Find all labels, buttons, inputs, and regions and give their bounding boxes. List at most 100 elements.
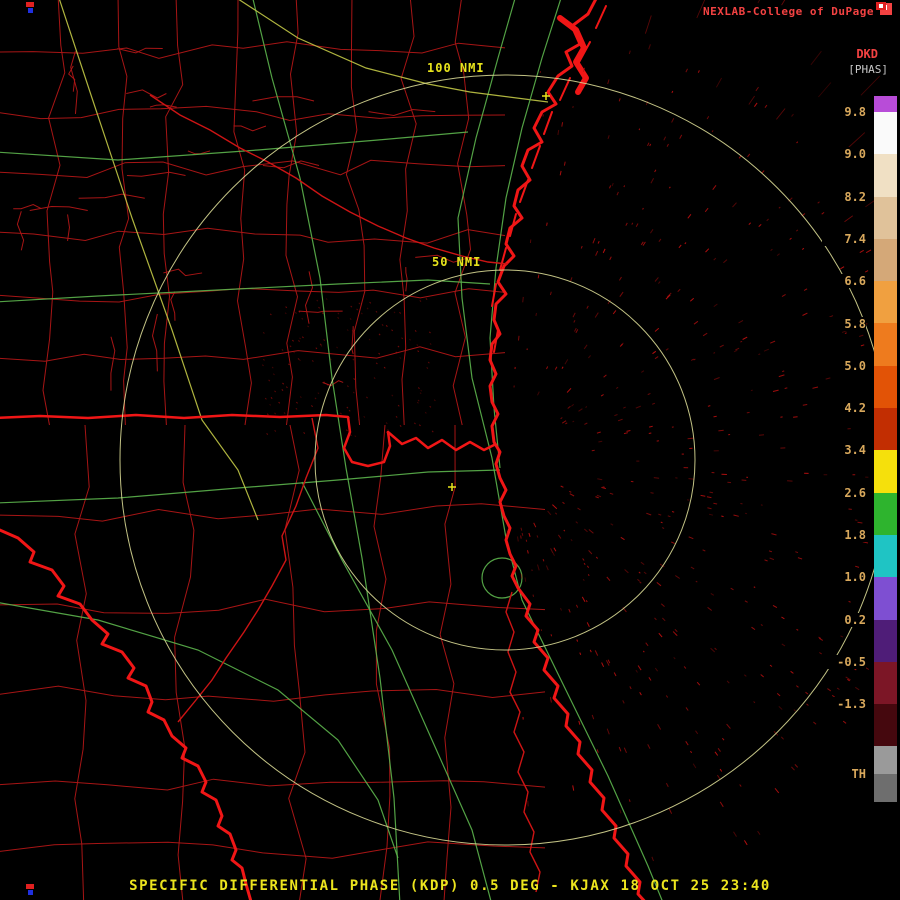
echo-speckle: [270, 397, 273, 399]
echo-speckle: [702, 332, 708, 337]
echo-speckle: [774, 787, 780, 794]
echo-speckle: [383, 366, 386, 369]
echo-speckle: [596, 431, 601, 434]
echo-speckle: [297, 358, 300, 360]
echo-speckle: [550, 548, 554, 553]
echo-speckle: [790, 670, 794, 674]
echo-speckle: [345, 429, 348, 432]
echo-speckle: [848, 600, 851, 603]
echo-speckle: [663, 136, 667, 141]
echo-speckle: [719, 344, 724, 348]
echo-speckle: [658, 632, 663, 638]
echo-speckle: [802, 404, 808, 406]
county-line: [233, 0, 252, 426]
echo-speckle: [844, 215, 854, 223]
echo-speckle: [314, 397, 317, 400]
echo-speckle: [624, 569, 629, 574]
county-line: [368, 108, 436, 117]
echo-speckle: [299, 396, 302, 399]
echo-speckle: [812, 386, 819, 389]
echo-speckle: [547, 510, 552, 516]
echo-speckle: [797, 557, 803, 560]
atlantic-coastline: [488, 0, 646, 900]
echo-speckle: [549, 291, 552, 296]
echo-speckle: [796, 141, 799, 144]
echo-speckle: [375, 362, 378, 365]
echo-speckle: [572, 785, 575, 791]
echo-speckle: [758, 434, 765, 436]
echo-speckle: [695, 730, 699, 735]
colorbar-segment: [874, 661, 897, 705]
echo-speckle: [588, 355, 591, 359]
echo-speckle: [572, 420, 575, 423]
echo-speckle: [654, 277, 659, 282]
echo-speckle: [520, 535, 522, 539]
echo-speckle: [573, 320, 576, 323]
colorbar-segment: [874, 408, 897, 451]
geopolitical-lines: [0, 0, 646, 900]
county-line: [126, 171, 186, 177]
echo-speckle: [713, 377, 720, 381]
echo-speckle: [589, 649, 592, 653]
echo-speckle: [658, 281, 661, 284]
road-i75: [252, 0, 401, 900]
echo-speckle: [574, 327, 577, 332]
echo-speckle: [420, 389, 423, 392]
echo-speckle: [597, 478, 603, 481]
colorbar-tick: 9.8: [822, 105, 866, 119]
echo-speckle: [419, 300, 422, 302]
county-line: [74, 424, 90, 900]
echo-speckle: [704, 207, 709, 213]
colorbar-segment: [874, 112, 897, 155]
echo-speckle: [617, 418, 623, 422]
echo-speckle: [524, 577, 527, 582]
echo-speckle: [301, 317, 304, 320]
echo-speckle: [580, 245, 583, 249]
echo-speckle: [660, 521, 663, 524]
echo-speckle: [316, 299, 319, 302]
echo-speckle: [668, 186, 671, 189]
echo-speckle: [760, 624, 763, 627]
echo-speckle: [841, 329, 848, 333]
echo-speckle: [525, 539, 528, 542]
echo-speckle: [294, 311, 297, 314]
echo-speckle: [657, 724, 662, 730]
echo-speckle: [274, 412, 277, 415]
echo-speckle: [535, 312, 537, 317]
echo-speckle: [566, 387, 572, 393]
echo-speckle: [744, 600, 748, 603]
echo-speckle: [595, 496, 599, 499]
echo-speckle: [417, 387, 420, 390]
echo-speckle: [569, 490, 572, 493]
echo-speckle: [635, 669, 638, 673]
echo-speckle: [707, 507, 712, 510]
echo-speckle: [649, 143, 652, 147]
colorbar-threshold-label: TH: [822, 767, 866, 781]
echo-speckle: [638, 571, 641, 574]
echo-speckle: [399, 357, 402, 359]
echo-speckle: [284, 312, 287, 315]
echo-speckle: [860, 75, 881, 96]
echo-speckle: [521, 532, 524, 536]
echo-speckle: [817, 201, 820, 204]
echo-speckle: [769, 664, 773, 667]
county-line: [233, 125, 267, 132]
echo-speckle: [349, 318, 352, 320]
echo-speckle: [769, 557, 775, 561]
echo-speckle: [713, 352, 716, 354]
echo-speckle: [739, 784, 742, 787]
echo-speckle: [675, 575, 680, 579]
echo-speckle: [781, 616, 785, 620]
echo-speckle: [533, 522, 537, 528]
echo-speckle: [274, 429, 277, 432]
colorbar-segment: [874, 774, 897, 803]
echo-speckle: [281, 349, 284, 351]
county-line: [0, 346, 506, 362]
echo-speckle: [594, 312, 599, 318]
echo-speckle: [693, 320, 699, 325]
road-ga-north: [0, 131, 469, 161]
echo-speckle: [301, 336, 304, 339]
echo-speckle: [596, 749, 599, 753]
echo-speckle: [606, 728, 610, 735]
echo-speckle: [607, 659, 611, 664]
